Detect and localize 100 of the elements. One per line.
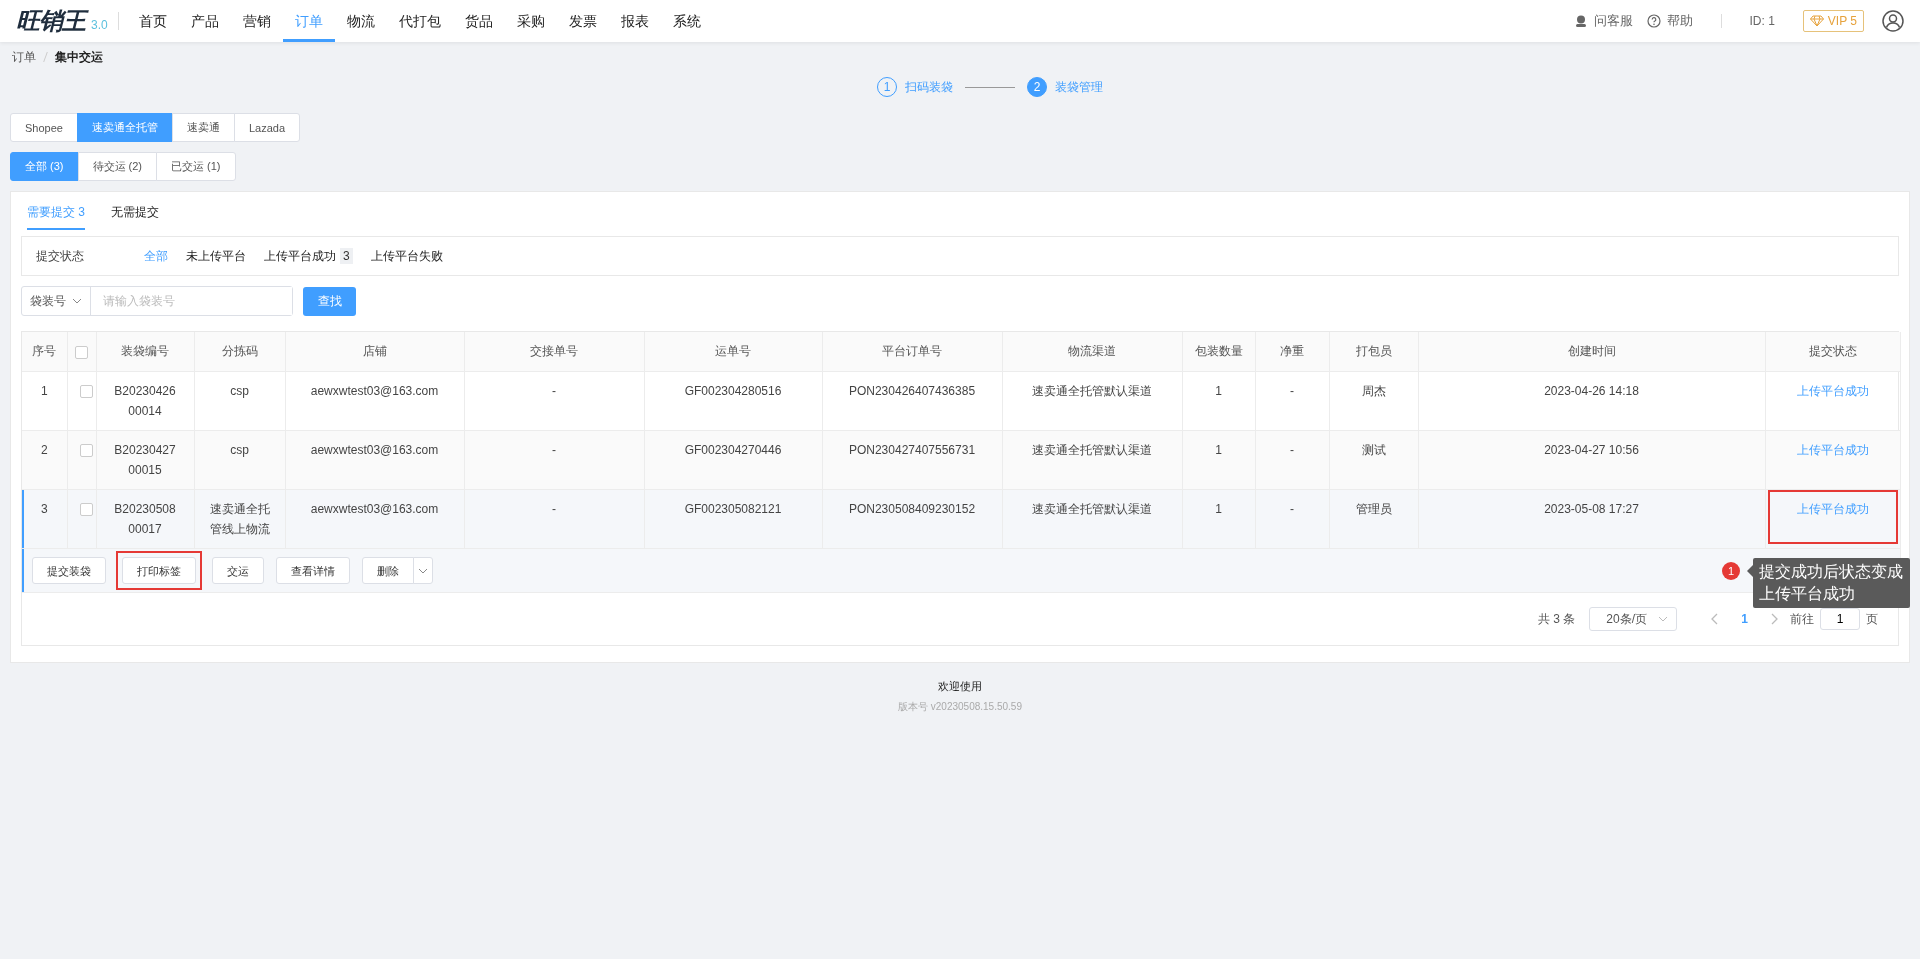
diamond-icon bbox=[1809, 15, 1824, 27]
column-header: 运单号 bbox=[644, 332, 822, 372]
table-cell: B2023042600014 bbox=[96, 371, 194, 431]
dropdown-toggle[interactable] bbox=[413, 557, 433, 584]
table-cell: aewxwtest03@163.com bbox=[285, 489, 464, 549]
nav-menu-item[interactable]: 报表 bbox=[608, 0, 661, 42]
column-header: 净重 bbox=[1255, 332, 1329, 372]
table-cell: - bbox=[1255, 371, 1329, 431]
page-suffix: 页 bbox=[1866, 610, 1878, 628]
next-page-icon[interactable] bbox=[1770, 613, 1778, 625]
table-cell: - bbox=[464, 371, 644, 431]
column-header: 包装数量 bbox=[1182, 332, 1255, 372]
count-badge: 3 bbox=[340, 248, 353, 264]
step-label: 装袋管理 bbox=[1055, 78, 1103, 96]
action-button[interactable]: 交运 bbox=[212, 557, 264, 584]
table-cell: PON230508409230152 bbox=[822, 489, 1002, 549]
table-cell: 1 bbox=[1182, 489, 1255, 549]
select-all-checkbox[interactable] bbox=[75, 345, 88, 359]
filter-option[interactable]: 上传平台失败 bbox=[370, 247, 443, 265]
table-cell: - bbox=[1255, 489, 1329, 549]
goto-label: 前往 bbox=[1790, 610, 1814, 628]
table-cell: GF002305082121 bbox=[644, 489, 822, 549]
action-button[interactable]: 打印标签 bbox=[122, 557, 196, 584]
table-cell: aewxwtest03@163.com bbox=[285, 371, 464, 431]
table-cell: 速卖通全托管默认渠道 bbox=[1002, 371, 1182, 431]
table-cell: 1 bbox=[1182, 430, 1255, 490]
nav-menu-item[interactable]: 货品 bbox=[452, 0, 505, 42]
platform-tab[interactable]: 速卖通 bbox=[171, 113, 235, 142]
table-cell: 测试 bbox=[1329, 430, 1418, 490]
nav-menu-item[interactable]: 产品 bbox=[178, 0, 231, 42]
action-button[interactable]: 删除 bbox=[362, 557, 414, 584]
row-checkbox[interactable] bbox=[79, 385, 93, 399]
help-link[interactable]: 帮助 bbox=[1666, 12, 1693, 30]
nav-menu-item[interactable]: 发票 bbox=[556, 0, 609, 42]
status-tab[interactable]: 已交运 (1) bbox=[156, 152, 236, 181]
table-cell: 速卖通全托管线上物流 bbox=[194, 489, 285, 549]
submission-tab[interactable]: 无需提交 bbox=[111, 204, 159, 230]
column-header: 序号 bbox=[22, 332, 67, 372]
column-header: 平台订单号 bbox=[822, 332, 1002, 372]
column-header: 物流渠道 bbox=[1002, 332, 1182, 372]
search-field[interactable]: 袋装号 请输入袋装号 bbox=[21, 286, 293, 316]
step-label: 扫码装袋 bbox=[905, 78, 953, 96]
chevron-down-icon bbox=[72, 298, 82, 304]
table-cell: 2023-04-27 10:56 bbox=[1418, 430, 1765, 490]
previous-page-icon[interactable] bbox=[1711, 613, 1720, 625]
total-count: 共 3 条 bbox=[1537, 610, 1576, 628]
step-number: 2 bbox=[1027, 77, 1047, 97]
table-cell: 1 bbox=[22, 371, 67, 431]
row-checkbox[interactable] bbox=[79, 503, 93, 517]
customer-service-link[interactable]: 问客服 bbox=[1593, 12, 1633, 30]
vip-level-text: VIP 5 bbox=[1827, 14, 1857, 28]
table-cell: GF002304280516 bbox=[644, 371, 822, 431]
breadcrumb-item: 集中交运 bbox=[55, 48, 103, 66]
avatar-icon[interactable] bbox=[1882, 10, 1904, 32]
table-cell: - bbox=[464, 430, 644, 490]
filter-label: 提交状态 bbox=[36, 247, 84, 265]
footer-welcome-text: 欢迎使用 bbox=[938, 679, 982, 694]
column-header: 店铺 bbox=[285, 332, 464, 372]
filter-option[interactable]: 上传平台成功 bbox=[264, 247, 336, 265]
filter-option[interactable]: 未上传平台 bbox=[186, 247, 246, 265]
table-cell: GF002304270446 bbox=[644, 430, 822, 490]
action-button[interactable]: 提交装袋 bbox=[32, 557, 106, 584]
user-id-label: ID: 1 bbox=[1749, 14, 1775, 28]
table-cell: 2023-04-26 14:18 bbox=[1418, 371, 1765, 431]
headset-icon[interactable] bbox=[1573, 14, 1588, 28]
column-header: 提交状态 bbox=[1765, 332, 1900, 372]
table-cell: aewxwtest03@163.com bbox=[285, 430, 464, 490]
column-header: 打包员 bbox=[1329, 332, 1418, 372]
nav-menu-item[interactable]: 物流 bbox=[334, 0, 387, 42]
table-cell: 2023-05-08 17:27 bbox=[1418, 489, 1765, 549]
page-size-select[interactable]: 20条/页 bbox=[1589, 607, 1678, 631]
chevron-down-icon bbox=[418, 567, 428, 574]
status-tab[interactable]: 待交运 (2) bbox=[77, 152, 157, 181]
version-label: 3.0 bbox=[91, 18, 108, 32]
platform-tab[interactable]: Shopee bbox=[10, 113, 78, 142]
column-header: 装袋编号 bbox=[96, 332, 194, 372]
column-header: 分拣码 bbox=[194, 332, 285, 372]
nav-menu-item[interactable]: 代打包 bbox=[386, 0, 453, 42]
row-checkbox[interactable] bbox=[79, 444, 93, 458]
table-cell: 1 bbox=[1182, 371, 1255, 431]
column-header: 创建时间 bbox=[1418, 332, 1765, 372]
table-cell: - bbox=[1255, 430, 1329, 490]
platform-tab[interactable]: Lazada bbox=[233, 113, 301, 142]
action-button[interactable]: 查看详情 bbox=[276, 557, 350, 584]
table-cell: 周杰 bbox=[1329, 371, 1418, 431]
table-cell: B2023050800017 bbox=[96, 489, 194, 549]
footer-version-text: 版本号 v20230508.15.50.59 bbox=[898, 700, 1022, 714]
table-cell: 3 bbox=[22, 489, 67, 549]
page-input[interactable]: 1 bbox=[1820, 608, 1860, 630]
nav-menu-item[interactable]: 采购 bbox=[504, 0, 557, 42]
nav-menu-item[interactable]: 营销 bbox=[230, 0, 283, 42]
table-cell: 2 bbox=[22, 430, 67, 490]
nav-menu-item[interactable]: 首页 bbox=[126, 0, 179, 42]
breadcrumb-item[interactable]: 订单 bbox=[12, 48, 36, 66]
table-cell: csp bbox=[194, 430, 285, 490]
table-cell: 速卖通全托管默认渠道 bbox=[1002, 489, 1182, 549]
column-header: 交接单号 bbox=[464, 332, 644, 372]
chevron-down-icon bbox=[1658, 616, 1669, 622]
help-icon[interactable] bbox=[1646, 14, 1661, 28]
nav-menu-item[interactable]: 系统 bbox=[660, 0, 713, 42]
